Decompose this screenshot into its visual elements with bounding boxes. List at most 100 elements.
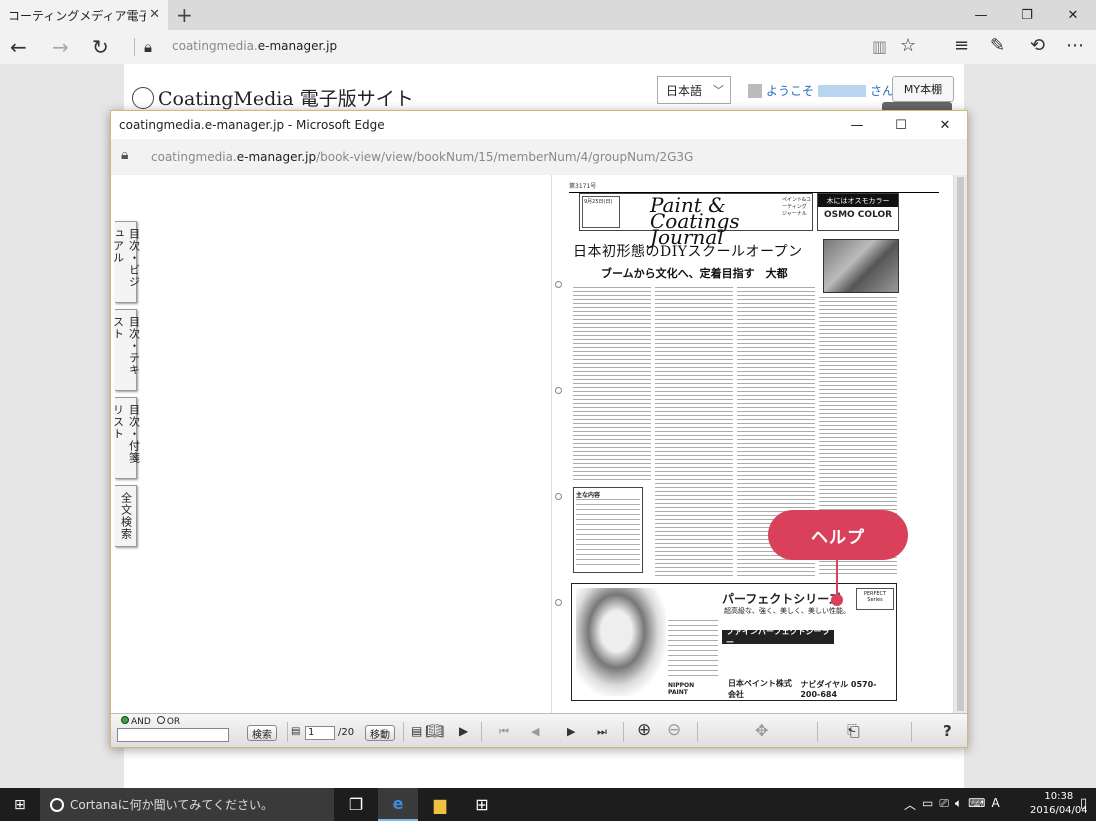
site-logo[interactable]: CoatingMedia 電子版サイト: [132, 84, 414, 111]
address-separator: [134, 38, 135, 56]
popup-address-bar[interactable]: 🔒︎ coatingmedia.e-manager.jp/book-view/v…: [111, 139, 967, 175]
popup-lock-icon: 🔒︎: [121, 147, 129, 163]
first-page-icon[interactable]: ⏮: [499, 725, 509, 739]
toolbar-separator: [403, 722, 404, 742]
cortana-icon: [50, 797, 64, 812]
minimize-icon[interactable]: —: [958, 0, 1004, 30]
last-page-icon[interactable]: ⏭: [597, 725, 607, 739]
reading-view-icon[interactable]: ▥: [872, 37, 887, 56]
popup-close-icon[interactable]: ✕: [923, 111, 967, 139]
hub-icon[interactable]: ≡: [954, 35, 969, 56]
nippon-paint-ad: パーフェクトシリーズ 超高級な、強く、美しく、美しい性能。 PERFECT Se…: [571, 583, 897, 701]
battery-icon[interactable]: ▭: [922, 796, 933, 813]
newspaper-content: 第3171号 9月25日(日) Paint & Coatings Journal…: [569, 181, 939, 707]
next-page-icon[interactable]: ▶: [567, 725, 575, 738]
vertical-scrollbar[interactable]: [954, 175, 967, 713]
browser-navbar: ← → ↻ 🔒︎ coatingmedia.e-manager.jp ▥ ☆ ≡…: [0, 30, 1096, 64]
masthead-subtitle: ペイント&コーティング ジャーナル: [782, 197, 811, 217]
welcome-prefix: ようこそ: [766, 84, 815, 98]
browser-tab[interactable]: コーティングメディア電子版サ ✕: [0, 0, 168, 30]
osmo-ad: 木にはオスモカラー OSMO COLOR: [817, 193, 899, 231]
go-page-label: 移動: [370, 729, 390, 741]
page-marker[interactable]: [555, 281, 562, 288]
prev-page-icon[interactable]: ◀: [531, 725, 539, 738]
osmo-ad-title: 木にはオスモカラー: [818, 194, 898, 207]
tab-toc-visual[interactable]: 目次・ビジュアル: [112, 221, 141, 303]
web-note-icon[interactable]: ✎: [990, 35, 1005, 56]
edge-icon[interactable]: e: [378, 788, 418, 821]
back-icon[interactable]: ←: [10, 35, 27, 59]
avatar: [748, 83, 762, 98]
language-select[interactable]: 日本語 ﹀: [657, 76, 731, 104]
help-pointer-dot: [831, 594, 843, 606]
favorite-star-icon[interactable]: ☆: [900, 35, 916, 56]
popup-minimize-icon[interactable]: —: [835, 111, 879, 139]
go-page-button[interactable]: 移動: [365, 725, 395, 741]
ime-indicator[interactable]: A: [992, 796, 1000, 813]
ad-footer: NIPPON PAINT 日本ペイント株式会社 ナビダイヤル 0570-200-…: [668, 679, 894, 699]
lock-icon: 🔒︎: [144, 38, 152, 56]
store-icon[interactable]: ⊞: [462, 788, 502, 821]
book-viewer: 目次・ビジュアル 目次・テキスト 目次・付箋リスト 全文検索 第3171号 9月…: [111, 175, 967, 713]
and-label: AND: [131, 717, 151, 727]
single-page-icon[interactable]: ▤: [411, 724, 422, 738]
and-radio[interactable]: AND: [121, 716, 151, 727]
tray-expand-icon[interactable]: ︿: [904, 796, 916, 813]
masthead-date: 9月25日(日): [582, 196, 620, 228]
page-marker[interactable]: [555, 387, 562, 394]
help-tooltip-label: ヘルプ: [811, 527, 865, 548]
logo-icon: [132, 86, 154, 109]
scrollbar-thumb[interactable]: [957, 177, 964, 711]
toolbar-separator: [697, 722, 698, 742]
popup-maximize-icon[interactable]: ☐: [879, 111, 923, 139]
ad-product-list: [668, 620, 718, 680]
article-photo: [823, 239, 899, 293]
tab-toc-text[interactable]: 目次・テキスト: [112, 309, 141, 391]
more-icon[interactable]: ⋯: [1066, 35, 1084, 56]
clock[interactable]: 10:38 2016/04/04: [1030, 790, 1088, 818]
notification-icon[interactable]: ▯: [1080, 796, 1087, 811]
osmo-logo: OSMO COLOR: [823, 210, 893, 220]
forward-icon[interactable]: →: [52, 35, 69, 59]
volume-icon[interactable]: 🔈︎: [955, 796, 962, 813]
keyboard-icon[interactable]: ⌨: [968, 796, 985, 813]
page-marker[interactable]: [555, 493, 562, 500]
file-explorer-icon[interactable]: ▆: [420, 788, 460, 821]
search-button[interactable]: 検索: [247, 725, 277, 741]
restore-icon[interactable]: ❐: [1004, 0, 1050, 30]
zoom-out-icon[interactable]: ⊖: [667, 720, 681, 740]
refresh-icon[interactable]: ↻: [92, 35, 109, 59]
popup-url-domain: e-manager.jp: [236, 150, 317, 164]
toolbar-separator: [623, 722, 624, 742]
clock-date: 2016/04/04: [1030, 805, 1088, 816]
tab-close-icon[interactable]: ✕: [149, 7, 160, 22]
task-view-icon[interactable]: ❐: [336, 788, 376, 821]
tab-toc-sticky[interactable]: 目次・付箋リスト: [112, 397, 141, 479]
zoom-in-icon[interactable]: ⊕: [637, 720, 651, 740]
search-input[interactable]: [117, 728, 229, 742]
cortana-search[interactable]: Cortanaに何か聞いてみてください。: [40, 788, 334, 821]
close-window-icon[interactable]: ✕: [1050, 0, 1096, 30]
ad-product-bar: ファインパーフェクトシーラー: [722, 627, 834, 647]
spread-view-icon[interactable]: 📖︎: [425, 722, 444, 740]
windows-start-icon[interactable]: ⊞: [14, 797, 26, 813]
tab-toc-text-label: 目次・テキスト: [111, 316, 141, 376]
address-bar[interactable]: coatingmedia.e-manager.jp: [172, 39, 337, 53]
tab-title: コーティングメディア電子版サ: [8, 8, 146, 23]
play-icon[interactable]: ▶: [459, 724, 468, 738]
pan-icon[interactable]: ✥: [755, 721, 768, 740]
or-radio[interactable]: OR: [156, 716, 180, 727]
my-bookshelf-button[interactable]: MY本棚: [892, 76, 954, 102]
share-icon[interactable]: ⟲: [1030, 35, 1045, 56]
url-host: coatingmedia.: [172, 39, 258, 53]
new-tab-icon[interactable]: +: [176, 3, 193, 27]
page-number-input[interactable]: 1: [305, 726, 335, 740]
network-icon[interactable]: ⎚: [939, 796, 949, 813]
cortana-placeholder: Cortanaに何か聞いてみてください。: [70, 798, 273, 812]
help-icon[interactable]: ?: [943, 722, 952, 740]
popup-titlebar: coatingmedia.e-manager.jp - Microsoft Ed…: [111, 111, 967, 139]
page-marker[interactable]: [555, 599, 562, 606]
exit-icon[interactable]: ⎗: [847, 721, 860, 741]
my-bookshelf-label: MY本棚: [903, 83, 943, 96]
tab-fulltext-search[interactable]: 全文検索: [115, 485, 137, 547]
